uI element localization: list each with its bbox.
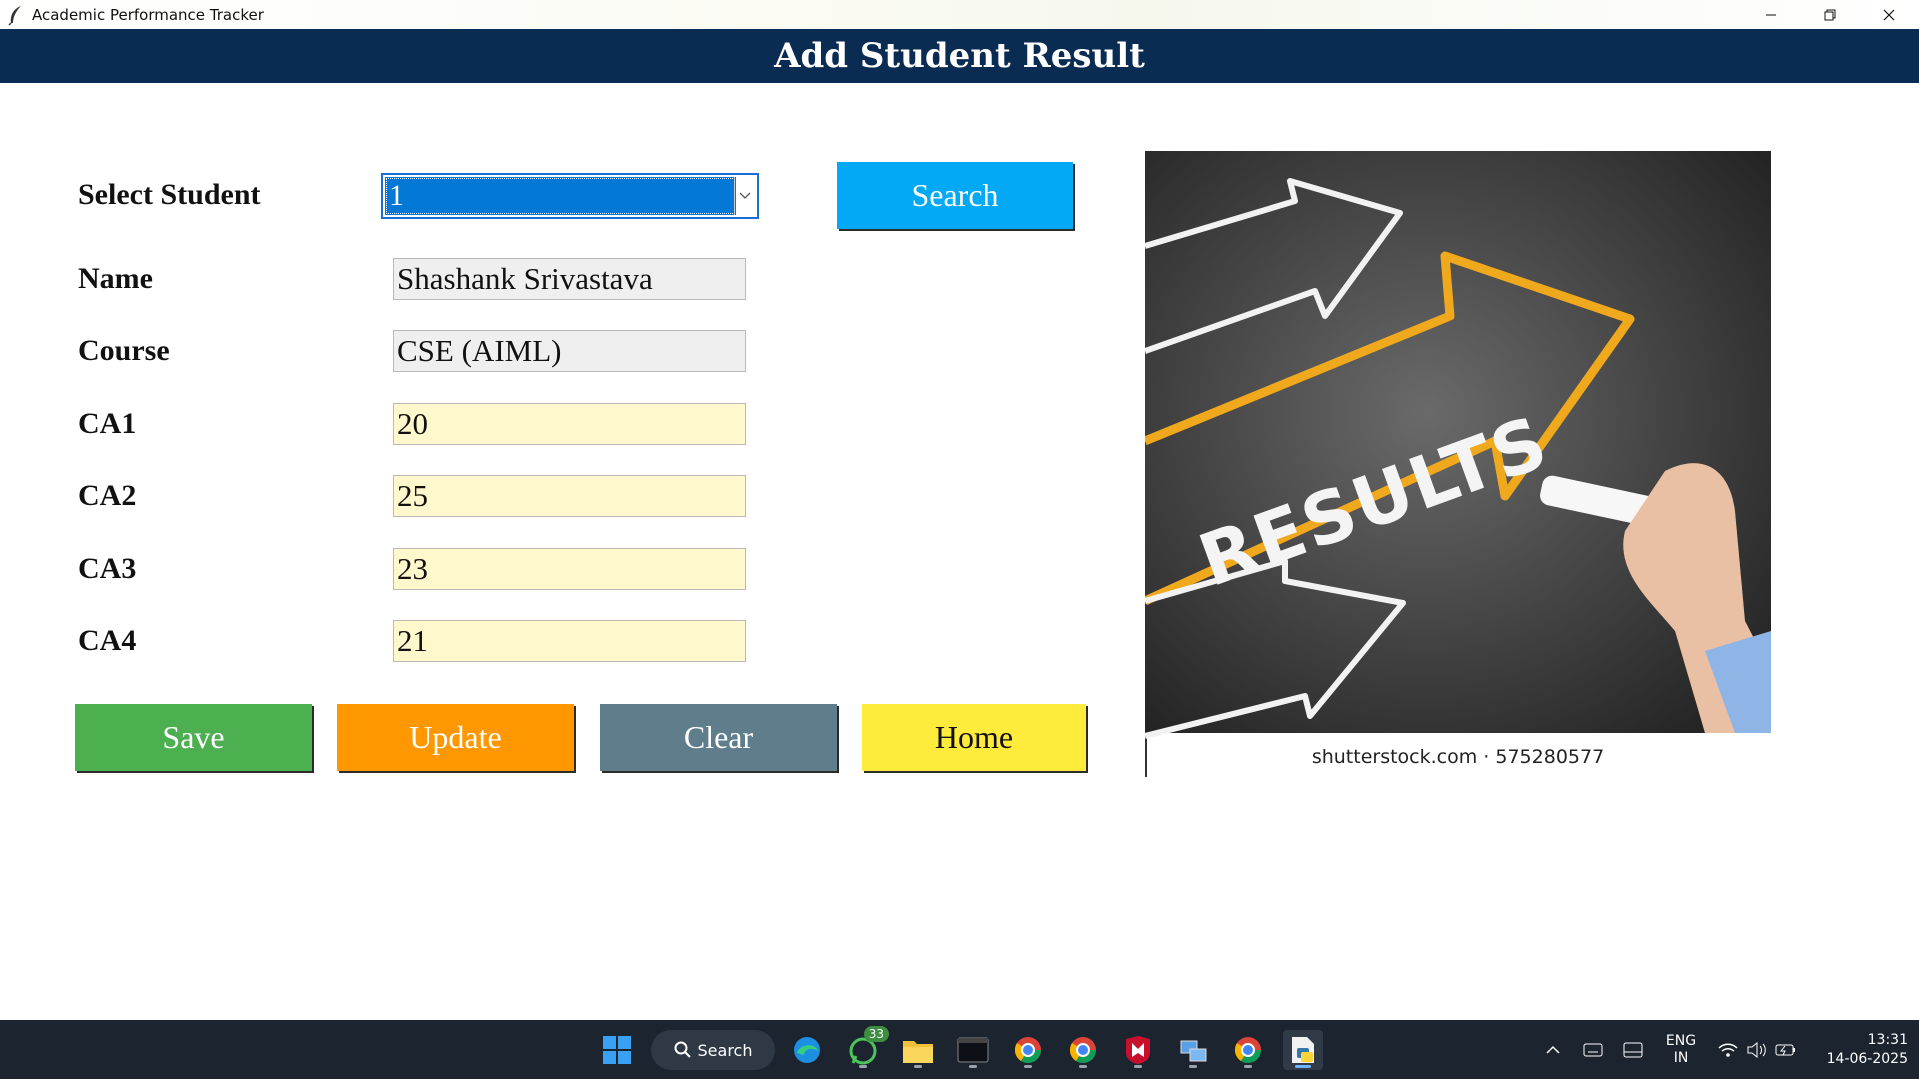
save-button[interactable]: Save bbox=[75, 704, 312, 771]
window-title-bar: Academic Performance Tracker bbox=[0, 0, 1919, 29]
image-caption: shutterstock.com · 575280577 bbox=[1312, 746, 1604, 768]
results-image: RESULTS shutterstock.com · 575280577 bbox=[1143, 151, 1771, 777]
ca1-label: CA1 bbox=[78, 407, 137, 440]
touchpad-icon bbox=[1623, 1042, 1643, 1057]
wifi-icon bbox=[1718, 1043, 1738, 1057]
mcafee-app[interactable] bbox=[1118, 1030, 1158, 1070]
ca1-input[interactable]: 20 bbox=[393, 403, 746, 445]
search-button[interactable]: Search bbox=[837, 162, 1073, 229]
ca2-input[interactable]: 25 bbox=[393, 475, 746, 517]
clock-date: 14-06-2025 bbox=[1826, 1050, 1908, 1067]
windows-taskbar: Search 33 ENG IN 13:31 14-06-2025 bbox=[0, 1020, 1919, 1079]
windows-start-icon bbox=[603, 1036, 631, 1064]
chrome-app-1[interactable] bbox=[1008, 1030, 1048, 1070]
file-explorer-app[interactable] bbox=[898, 1030, 938, 1070]
window-title: Academic Performance Tracker bbox=[32, 5, 264, 24]
name-field[interactable]: Shashank Srivastava bbox=[393, 258, 746, 300]
clock[interactable]: 13:31 14-06-2025 bbox=[1808, 1020, 1908, 1079]
feather-app-icon bbox=[8, 5, 21, 26]
volume-status[interactable] bbox=[1744, 1020, 1770, 1079]
combobox-dropdown-button[interactable] bbox=[734, 177, 755, 215]
keyboard-icon bbox=[1583, 1043, 1603, 1056]
network-app[interactable] bbox=[1173, 1030, 1213, 1070]
ca4-label: CA4 bbox=[78, 624, 137, 657]
ca4-input[interactable]: 21 bbox=[393, 620, 746, 662]
clear-button[interactable]: Clear bbox=[600, 704, 837, 771]
touchpad-tray-button[interactable] bbox=[1620, 1020, 1646, 1079]
language-indicator[interactable]: ENG IN bbox=[1660, 1020, 1702, 1079]
results-chalkboard-illustration: RESULTS shutterstock.com · 575280577 bbox=[1143, 151, 1771, 777]
speaker-icon bbox=[1747, 1041, 1766, 1058]
select-student-combobox[interactable]: 1 bbox=[381, 173, 759, 219]
python-document-icon bbox=[1292, 1037, 1314, 1063]
folder-icon bbox=[903, 1041, 933, 1063]
course-field[interactable]: CSE (AIML) bbox=[393, 330, 746, 372]
restore-icon bbox=[1824, 9, 1836, 20]
restore-button[interactable] bbox=[1801, 0, 1859, 29]
chrome-icon bbox=[1234, 1037, 1262, 1064]
start-button[interactable] bbox=[597, 1030, 637, 1070]
whatsapp-badge: 33 bbox=[863, 1026, 889, 1042]
mcafee-shield-icon bbox=[1126, 1036, 1150, 1064]
python-app-active[interactable] bbox=[1283, 1030, 1323, 1070]
select-student-value: 1 bbox=[385, 177, 736, 215]
edge-app[interactable] bbox=[787, 1030, 827, 1070]
taskbar-search-label: Search bbox=[697, 1040, 753, 1060]
update-button[interactable]: Update bbox=[337, 704, 574, 771]
language-code: ENG bbox=[1665, 1032, 1697, 1049]
search-icon bbox=[674, 1041, 691, 1058]
show-hidden-icons-button[interactable] bbox=[1540, 1020, 1566, 1079]
taskbar-search[interactable]: Search bbox=[651, 1030, 775, 1070]
terminal-icon bbox=[957, 1037, 989, 1063]
battery-charging-icon bbox=[1775, 1044, 1795, 1055]
region-code: IN bbox=[1673, 1049, 1689, 1066]
terminal-app[interactable] bbox=[953, 1030, 993, 1070]
ca2-label: CA2 bbox=[78, 479, 137, 512]
course-label: Course bbox=[78, 334, 170, 367]
select-student-label: Select Student bbox=[78, 178, 261, 211]
chrome-icon bbox=[1069, 1037, 1097, 1064]
minimize-icon bbox=[1766, 14, 1776, 15]
network-computer-icon bbox=[1180, 1040, 1207, 1062]
page-title: Add Student Result bbox=[774, 36, 1145, 76]
keyboard-tray-button[interactable] bbox=[1580, 1020, 1606, 1079]
name-label: Name bbox=[78, 262, 153, 295]
battery-status[interactable] bbox=[1773, 1020, 1799, 1079]
chevron-down-icon bbox=[739, 192, 751, 199]
wifi-status[interactable] bbox=[1715, 1020, 1741, 1079]
chrome-icon bbox=[1014, 1037, 1042, 1064]
chrome-app-3[interactable] bbox=[1228, 1030, 1268, 1070]
chevron-up-icon bbox=[1546, 1045, 1560, 1054]
close-icon bbox=[1883, 9, 1895, 20]
minimize-button[interactable] bbox=[1742, 0, 1800, 29]
whatsapp-app[interactable]: 33 bbox=[843, 1026, 889, 1070]
edge-browser-icon bbox=[794, 1037, 820, 1063]
ca3-label: CA3 bbox=[78, 552, 137, 585]
home-button[interactable]: Home bbox=[862, 704, 1086, 771]
chrome-app-2[interactable] bbox=[1063, 1030, 1103, 1070]
close-button[interactable] bbox=[1860, 0, 1918, 29]
clock-time: 13:31 bbox=[1867, 1031, 1908, 1048]
ca3-input[interactable]: 23 bbox=[393, 548, 746, 590]
page-header: Add Student Result bbox=[0, 29, 1919, 83]
